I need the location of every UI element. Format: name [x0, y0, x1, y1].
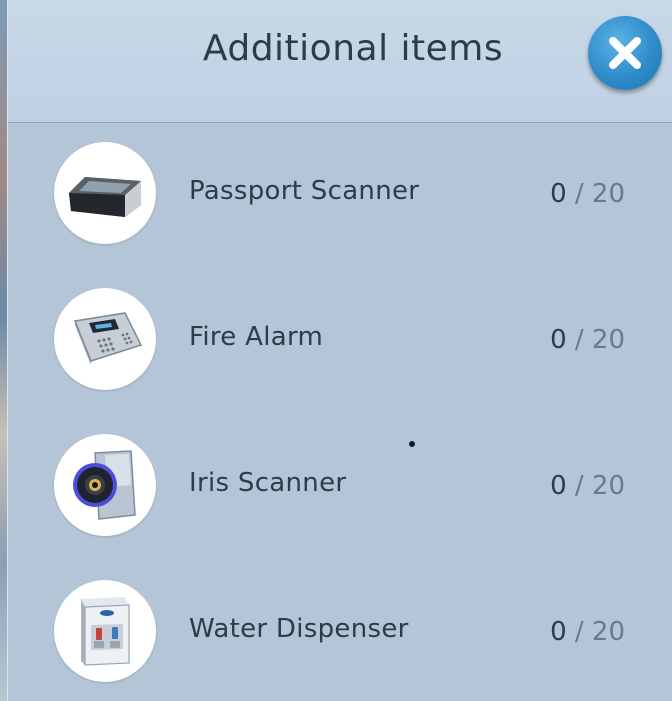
- item-count: 0 / 20: [550, 471, 625, 501]
- item-label: Fire Alarm: [189, 322, 324, 352]
- fire-alarm-icon: [73, 312, 143, 365]
- passport-scanner-icon: [69, 177, 141, 217]
- item-count-current: 0: [550, 617, 567, 647]
- item-count-current: 0: [550, 471, 567, 501]
- additional-items-panel: Additional items Passport Scanner 0 / 20…: [7, 0, 672, 701]
- item-count-separator: /: [574, 617, 584, 647]
- item-icon-badge: [54, 288, 156, 390]
- close-icon: [609, 37, 641, 69]
- cursor-dot: [409, 441, 415, 447]
- item-icon-badge: [54, 580, 156, 682]
- panel-title: Additional items: [202, 28, 504, 69]
- panel-header: Additional items: [8, 0, 672, 123]
- water-dispenser-icon: [81, 597, 130, 666]
- item-label: Water Dispenser: [189, 614, 409, 644]
- close-button[interactable]: [588, 16, 662, 90]
- item-count-current: 0: [550, 325, 567, 355]
- item-label: Iris Scanner: [189, 468, 347, 498]
- list-item[interactable]: Iris Scanner 0 / 20: [8, 416, 672, 562]
- item-icon-badge: [54, 434, 156, 536]
- item-count-max: 20: [591, 617, 625, 647]
- iris-scanner-icon: [73, 450, 136, 520]
- item-count-current: 0: [550, 179, 567, 209]
- item-label: Passport Scanner: [189, 176, 420, 206]
- list-item[interactable]: Fire Alarm 0 / 20: [8, 270, 672, 416]
- item-icon-badge: [54, 142, 156, 244]
- list-item[interactable]: Water Dispenser 0 / 20: [8, 562, 672, 701]
- items-list: Passport Scanner 0 / 20 Fire Alarm 0 / 2…: [8, 124, 672, 701]
- item-count: 0 / 20: [550, 179, 625, 209]
- item-count-separator: /: [574, 179, 584, 209]
- item-count-separator: /: [574, 325, 584, 355]
- item-count: 0 / 20: [550, 617, 625, 647]
- item-count-separator: /: [574, 471, 584, 501]
- list-item[interactable]: Passport Scanner 0 / 20: [8, 124, 672, 270]
- item-count-max: 20: [591, 325, 625, 355]
- item-count-max: 20: [591, 471, 625, 501]
- item-count: 0 / 20: [550, 325, 625, 355]
- item-count-max: 20: [591, 179, 625, 209]
